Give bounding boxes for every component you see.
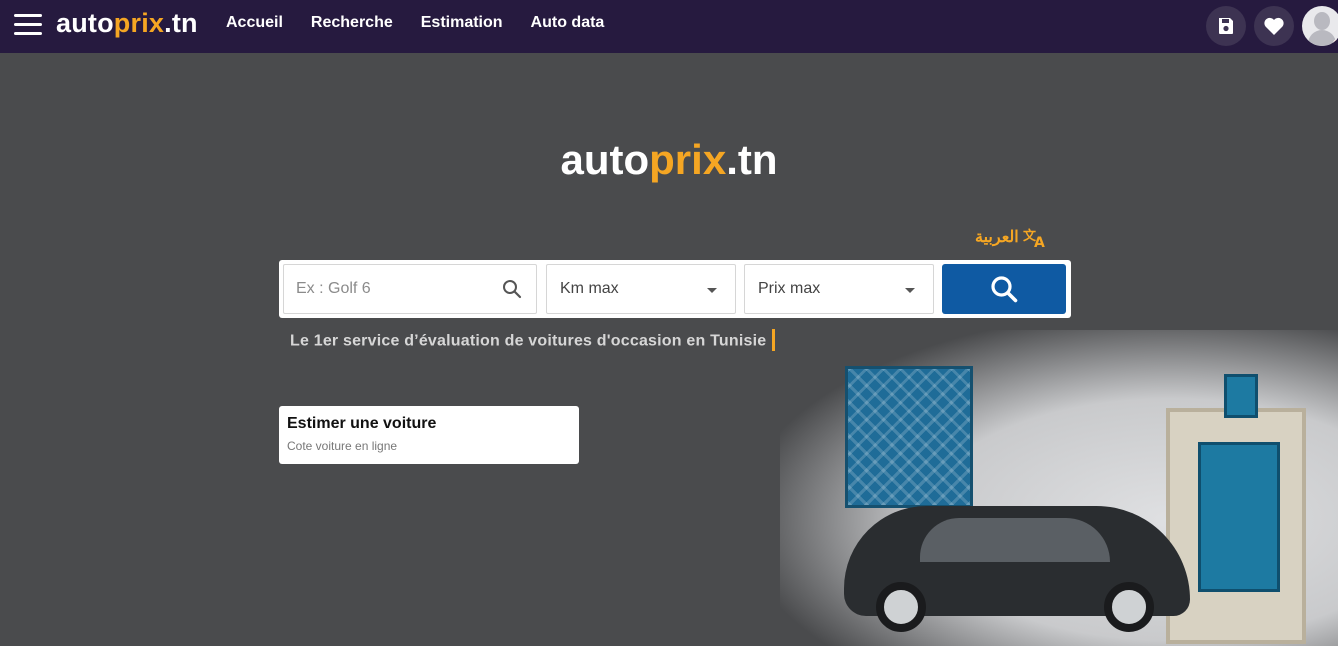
- brand-highlight: prix: [113, 8, 165, 38]
- search-icon: [503, 280, 522, 299]
- save-icon: [1219, 18, 1233, 34]
- estimate-car-card[interactable]: Estimer une voiture Cote voiture en lign…: [279, 406, 579, 464]
- estimate-card-title: Estimer une voiture: [287, 415, 437, 432]
- menu-icon[interactable]: [14, 14, 42, 36]
- favorites-button[interactable]: [1254, 6, 1294, 46]
- car-wheel-front: [876, 582, 926, 632]
- brand-suffix: .tn: [164, 8, 198, 38]
- hero-logo: autoprix.tn: [0, 136, 1338, 184]
- hero-logo-prefix: auto: [560, 136, 650, 183]
- hero-logo-suffix: .tn: [726, 136, 778, 183]
- blue-door-illustration: [1198, 442, 1280, 592]
- nav-item-recherche[interactable]: Recherche: [311, 14, 393, 32]
- language-switch[interactable]: العربية 文 A: [975, 226, 1047, 248]
- language-label: العربية: [975, 229, 1019, 246]
- hero-background-image: [780, 330, 1338, 646]
- typing-cursor: [772, 329, 776, 351]
- search-icon: [991, 276, 1018, 303]
- user-avatar[interactable]: [1302, 6, 1338, 46]
- prix-max-label: Prix max: [758, 280, 821, 297]
- main-nav: Accueil Recherche Estimation Auto data: [226, 14, 604, 32]
- brand-prefix: auto: [56, 8, 114, 38]
- notification-dot: [1333, 39, 1338, 46]
- tagline-text: Le 1er service d’évaluation de voitures …: [290, 332, 767, 350]
- keyword-field: [283, 264, 537, 314]
- chevron-down-icon: [905, 288, 915, 293]
- brand-logo[interactable]: autoprix.tn: [56, 8, 198, 39]
- chevron-down-icon: [707, 288, 717, 293]
- search-input[interactable]: [284, 265, 484, 313]
- nav-item-estimation[interactable]: Estimation: [421, 14, 503, 32]
- blue-window-illustration: [845, 366, 973, 508]
- hero-tagline: Le 1er service d’évaluation de voitures …: [290, 329, 776, 351]
- door-top-window-illustration: [1224, 374, 1258, 418]
- km-max-label: Km max: [560, 280, 619, 297]
- car-window-illustration: [920, 518, 1110, 562]
- car-wheel-rear: [1104, 582, 1154, 632]
- hero-logo-highlight: prix: [649, 136, 727, 183]
- nav-item-accueil[interactable]: Accueil: [226, 14, 283, 32]
- nav-item-auto-data[interactable]: Auto data: [531, 14, 605, 32]
- svg-text:A: A: [1034, 235, 1045, 248]
- heart-icon: [1264, 17, 1284, 35]
- search-button[interactable]: [942, 264, 1066, 314]
- top-navbar: autoprix.tn Accueil Recherche Estimation…: [0, 0, 1338, 53]
- translate-icon: 文 A: [1023, 228, 1045, 248]
- topbar-actions: [1206, 6, 1338, 46]
- estimate-card-subtitle: Cote voiture en ligne: [287, 439, 398, 453]
- prix-max-select[interactable]: Prix max: [744, 264, 934, 314]
- search-panel: Km max Prix max: [279, 260, 1071, 318]
- km-max-select[interactable]: Km max: [546, 264, 736, 314]
- save-button[interactable]: [1206, 6, 1246, 46]
